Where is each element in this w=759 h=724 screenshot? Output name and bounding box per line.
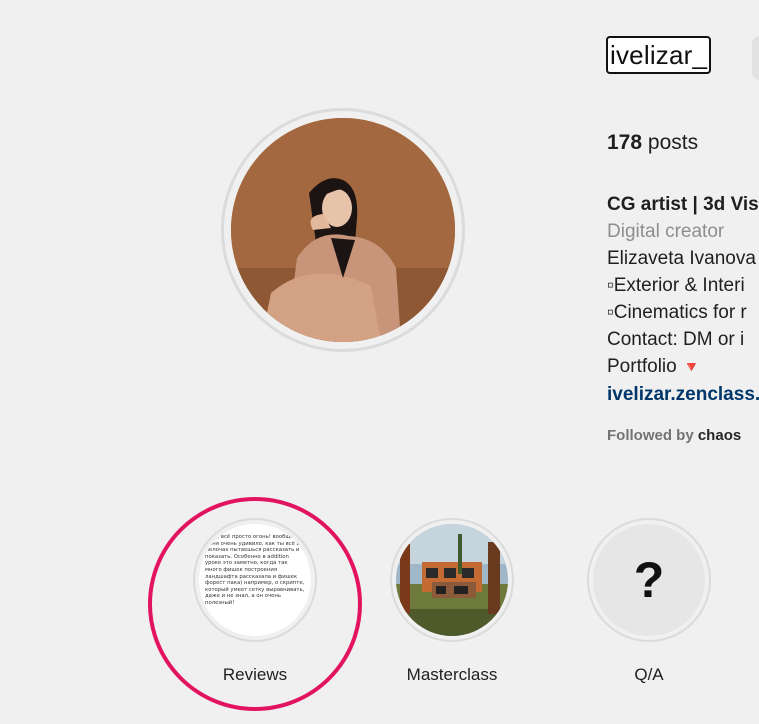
highlight-reviews[interactable]: …ом, всё просто огонь! вообще, меня очен… (193, 518, 317, 642)
masterclass-house-image (396, 524, 508, 636)
bio: CG artist | 3d Vis Digital creator Eliza… (607, 191, 759, 408)
review-card: …ом, всё просто огонь! вообще, меня очен… (199, 524, 311, 636)
username[interactable]: ivelizar_ (606, 36, 712, 74)
avatar-photo (231, 118, 455, 342)
followed-by-label: Followed by (607, 427, 694, 444)
posts-label: posts (647, 131, 699, 154)
bio-line: Contact: DM or i (607, 329, 745, 350)
highlight-reviews-cover: …ом, всё просто огонь! вообще, меня очен… (199, 524, 311, 636)
highlight-qa-cover: ? (593, 524, 705, 636)
edit-profile-button[interactable] (752, 36, 759, 80)
followed-by[interactable]: Followed by chaos (607, 426, 741, 446)
posts-number: 178 (607, 131, 643, 154)
highlight-qa-label[interactable]: Q/A (569, 665, 729, 685)
bio-line: ▫Cinematics for r (607, 302, 747, 323)
question-mark-icon: ? (633, 552, 665, 608)
bio-line: Elizaveta Ivanova (607, 248, 756, 269)
portfolio-line: Portfolio 🔻 (607, 353, 759, 381)
bio-line: ▫Exterior & Interi (607, 275, 745, 296)
profile-link[interactable]: ivelizar.zenclass. (607, 381, 759, 408)
highlight-reviews-label[interactable]: Reviews (175, 665, 335, 685)
review-preview-text: …ом, всё просто огонь! вообще, меня очен… (205, 534, 305, 606)
highlight-masterclass-cover (396, 524, 508, 636)
followed-by-user[interactable]: chaos (698, 427, 741, 444)
profile-name: CG artist | 3d Vis (607, 194, 759, 215)
highlight-qa[interactable]: ? (587, 518, 711, 642)
profile-category: Digital creator (607, 221, 725, 242)
avatar[interactable] (231, 118, 455, 342)
posts-count: 178 posts (607, 130, 698, 156)
down-triangle-icon: 🔻 (681, 359, 701, 376)
highlight-masterclass-label[interactable]: Masterclass (372, 665, 532, 685)
highlight-masterclass[interactable] (390, 518, 514, 642)
portfolio-label: Portfolio (607, 356, 677, 377)
